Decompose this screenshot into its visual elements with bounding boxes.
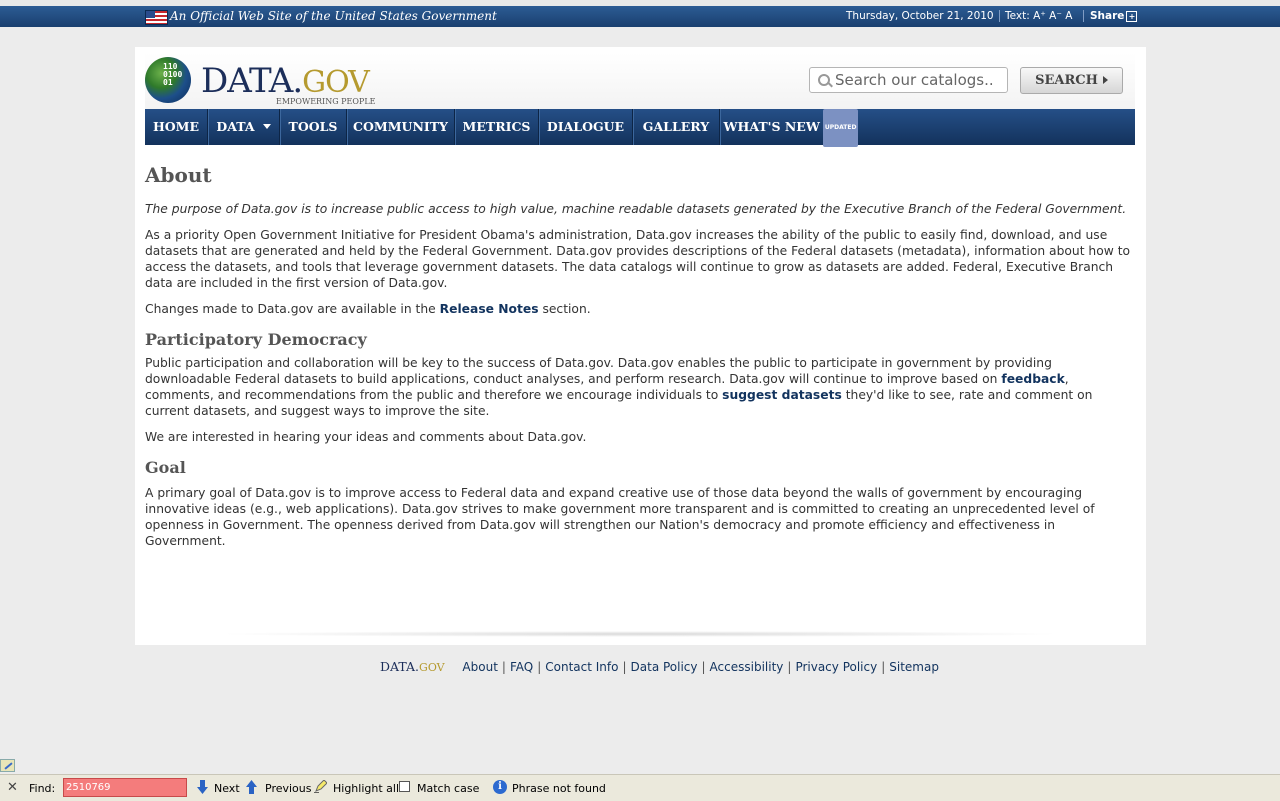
footer-link-privacy[interactable]: Privacy Policy: [795, 660, 877, 674]
main-content: About The purpose of Data.gov is to incr…: [145, 159, 1135, 559]
us-flag-icon: [145, 10, 168, 25]
nav-home-label: HOME: [152, 119, 200, 134]
main-nav: HOME DATA TOOLS COMMUNITY METRICS DIALOG…: [145, 109, 1135, 147]
footer-link-faq[interactable]: FAQ: [510, 660, 533, 674]
nav-community-label: COMMUNITY: [353, 119, 448, 134]
updated-badge: UPDATED: [822, 109, 859, 147]
find-bar: ✕ Find: Next Previous Highlight all Matc…: [0, 774, 1280, 801]
nav-dialogue[interactable]: DIALOGUE: [539, 109, 633, 145]
footer-link-data-policy[interactable]: Data Policy: [631, 660, 698, 674]
nav-home[interactable]: HOME: [145, 109, 208, 145]
main-panel: 110 0100 01 DATA.GOV EMPOWERING PEOPLE S…: [135, 47, 1146, 645]
edit-icon[interactable]: [0, 759, 15, 772]
participation-paragraph: Public participation and collaboration w…: [145, 355, 1135, 419]
find-previous-button[interactable]: Previous: [265, 782, 312, 795]
divider: |: [622, 660, 627, 674]
highlighter-icon[interactable]: [314, 780, 327, 793]
match-case-checkbox[interactable]: [399, 781, 410, 792]
find-label: Find:: [29, 782, 56, 795]
ideas-paragraph: We are interested in hearing your ideas …: [145, 430, 587, 444]
footer-logo[interactable]: DATA.GOV: [380, 659, 445, 674]
logo-binary: 110 0100 01: [163, 62, 183, 87]
nav-tools[interactable]: TOOLS: [280, 109, 347, 145]
suggest-datasets-link[interactable]: suggest datasets: [722, 388, 842, 402]
arrow-up-icon[interactable]: [246, 780, 257, 794]
text-size-controls[interactable]: Text: A⁺ A⁻ A: [1005, 10, 1072, 22]
nav-tools-label: TOOLS: [288, 119, 338, 134]
divider: |: [537, 660, 542, 674]
arrow-down-icon[interactable]: [197, 780, 208, 794]
share-label: Share: [1090, 10, 1125, 22]
text-fragment: section.: [538, 302, 591, 316]
divider: |: [881, 660, 886, 674]
site-header: 110 0100 01 DATA.GOV EMPOWERING PEOPLE S…: [145, 53, 1135, 109]
nav-gallery[interactable]: GALLERY: [633, 109, 720, 145]
divider: |: [501, 660, 506, 674]
divider: [1083, 10, 1084, 22]
find-field[interactable]: [63, 778, 187, 797]
date-text: Thursday, October 21, 2010: [846, 10, 994, 22]
footer-logo-gov: GOV: [419, 661, 445, 674]
intro-text: The purpose of Data.gov is to increase p…: [145, 202, 1127, 216]
nav-community[interactable]: COMMUNITY: [347, 109, 455, 145]
release-notes-paragraph: Changes made to Data.gov are available i…: [145, 301, 1135, 317]
footer-link-accessibility[interactable]: Accessibility: [710, 660, 784, 674]
goal-heading: Goal: [145, 458, 186, 477]
search-button[interactable]: SEARCH: [1020, 67, 1123, 94]
highlight-all-button[interactable]: Highlight all: [333, 782, 399, 795]
divider: |: [787, 660, 792, 674]
find-status: Phrase not found: [512, 782, 606, 795]
nav-whats-new-label: WHAT'S NEW: [723, 119, 820, 134]
plus-icon: +: [1126, 11, 1138, 22]
nav-data-label: DATA: [216, 119, 255, 134]
arrow-right-icon: [1102, 76, 1108, 84]
find-input[interactable]: [66, 780, 184, 795]
divider: |: [701, 660, 706, 674]
share-button[interactable]: Share +: [1090, 10, 1138, 22]
footer-link-about[interactable]: About: [462, 660, 497, 674]
footer-link-contact[interactable]: Contact Info: [545, 660, 618, 674]
participatory-heading: Participatory Democracy: [145, 330, 367, 349]
search-input[interactable]: [835, 71, 1003, 89]
globe-logo-icon[interactable]: 110 0100 01: [145, 57, 191, 103]
nav-gallery-label: GALLERY: [642, 119, 710, 134]
about-paragraph: As a priority Open Government Initiative…: [145, 228, 1131, 290]
site-footer: DATA.GOV About | FAQ | Contact Info | Data Pol…: [380, 659, 939, 677]
feedback-link[interactable]: feedback: [1001, 372, 1064, 386]
text-fragment: Public participation and collaboration w…: [145, 356, 1052, 386]
text-fragment: Changes made to Data.gov are available i…: [145, 302, 440, 316]
find-next-button[interactable]: Next: [214, 782, 240, 795]
official-site-text: An Official Web Site of the United State…: [170, 9, 497, 23]
search-box[interactable]: [809, 67, 1008, 93]
search-icon: [818, 74, 830, 86]
nav-metrics[interactable]: METRICS: [455, 109, 539, 145]
nav-whats-new[interactable]: WHAT'S NEW UPDATED: [720, 109, 862, 147]
panel-shadow: [215, 631, 1065, 637]
about-heading: About: [145, 163, 212, 187]
site-logo[interactable]: DATA.GOV: [201, 61, 370, 101]
divider: [999, 10, 1000, 22]
nav-dialogue-label: DIALOGUE: [546, 119, 625, 134]
search-button-label: SEARCH: [1035, 73, 1098, 88]
nav-metrics-label: METRICS: [462, 119, 531, 134]
nav-data[interactable]: DATA: [208, 109, 280, 145]
release-notes-link[interactable]: Release Notes: [440, 302, 539, 316]
footer-link-sitemap[interactable]: Sitemap: [889, 660, 939, 674]
info-icon: i: [493, 780, 507, 794]
logo-tagline: EMPOWERING PEOPLE: [276, 97, 376, 106]
goal-paragraph: A primary goal of Data.gov is to improve…: [145, 486, 1095, 548]
footer-logo-main: DATA.: [380, 659, 420, 674]
chevron-down-icon[interactable]: [262, 124, 271, 129]
logo-main-text: DATA.: [201, 61, 303, 101]
gov-banner: An Official Web Site of the United State…: [0, 6, 1280, 27]
match-case-label[interactable]: Match case: [417, 782, 479, 795]
logo-gov-text: GOV: [302, 65, 370, 100]
close-icon[interactable]: ✕: [7, 780, 18, 795]
